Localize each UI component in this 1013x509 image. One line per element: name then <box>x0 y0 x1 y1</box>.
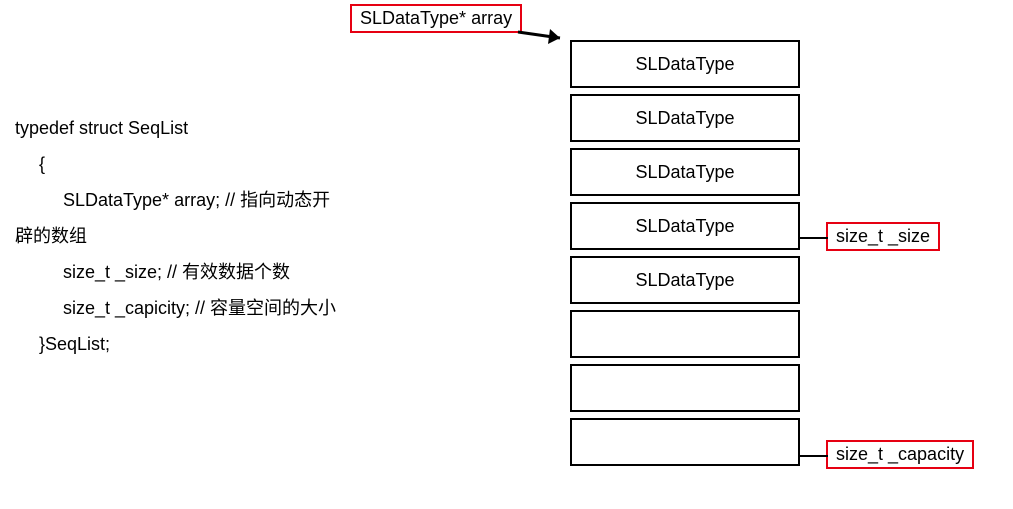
array-stack: SLDataType SLDataType SLDataType SLDataT… <box>570 40 800 466</box>
code-block: typedef struct SeqList { SLDataType* arr… <box>15 110 336 362</box>
label-capacity: size_t _capacity <box>826 440 974 469</box>
array-cell: SLDataType <box>570 40 800 88</box>
array-cell: SLDataType <box>570 256 800 304</box>
code-line: SLDataType* array; // 指向动态开 <box>15 182 336 218</box>
array-cell: SLDataType <box>570 94 800 142</box>
array-cell: SLDataType <box>570 202 800 250</box>
code-line: { <box>15 146 336 182</box>
array-cell: SLDataType <box>570 148 800 196</box>
code-line: size_t _size; // 有效数据个数 <box>15 254 336 290</box>
label-array: SLDataType* array <box>350 4 522 33</box>
array-cell <box>570 418 800 466</box>
array-cell <box>570 364 800 412</box>
code-line: typedef struct SeqList <box>15 110 336 146</box>
label-size: size_t _size <box>826 222 940 251</box>
code-line: }SeqList; <box>15 326 336 362</box>
code-line: 辟的数组 <box>15 218 336 254</box>
code-line: size_t _capicity; // 容量空间的大小 <box>15 290 336 326</box>
array-cell <box>570 310 800 358</box>
